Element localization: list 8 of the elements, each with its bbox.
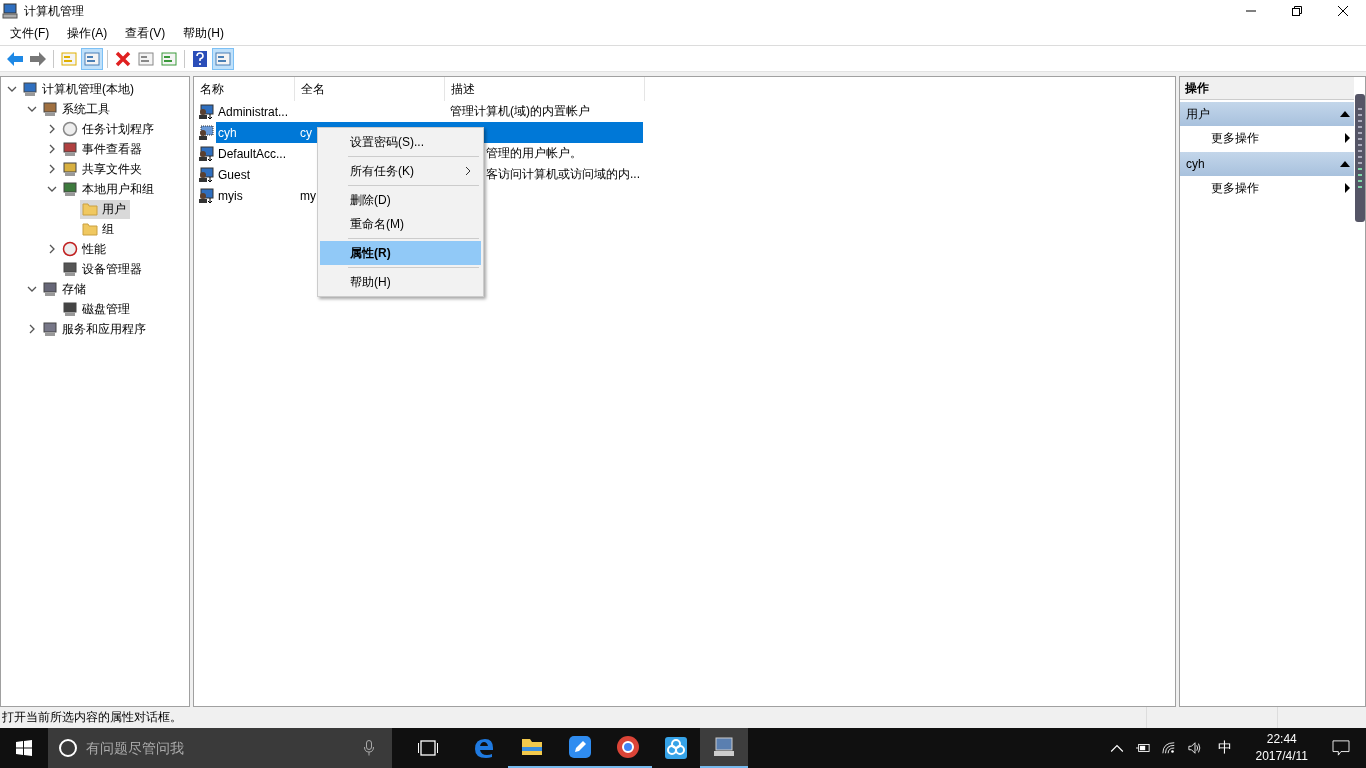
table-cell: 客访问计算机或访问域的内... xyxy=(486,166,640,183)
window-title: 计算机管理 xyxy=(24,2,84,20)
status-text: 打开当前所选内容的属性对话框。 xyxy=(1,709,183,726)
table-cell: cy xyxy=(300,125,312,140)
actions-header: 操作 xyxy=(1180,77,1354,100)
table-cell: 管理的用户帐户。 xyxy=(486,145,582,162)
table-cell: my xyxy=(300,188,316,203)
table-cell: 管理计算机(域)的内置帐户 xyxy=(450,103,590,120)
